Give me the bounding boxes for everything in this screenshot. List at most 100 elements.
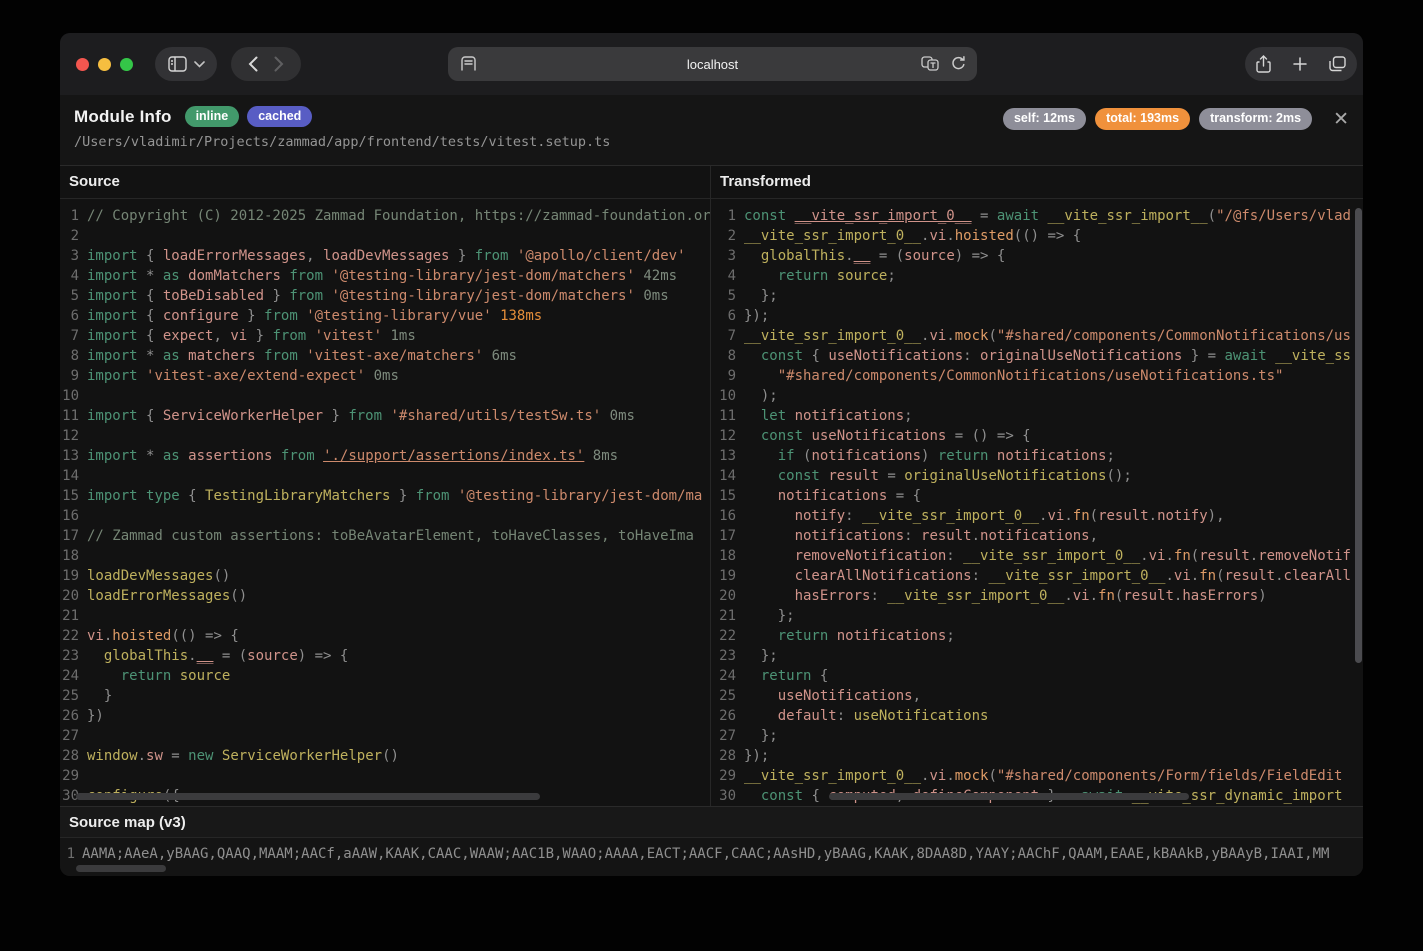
code-line: 14 — [60, 466, 710, 486]
code-line: 12 const useNotifications = () => { — [711, 426, 1363, 446]
sourcemap-mappings: AAMA;AAeA,yBAAG,QAAQ,MAAM;AACf,aAAW,KAAK… — [82, 845, 1363, 863]
transformed-vertical-scrollbar[interactable] — [1355, 208, 1362, 663]
browser-toolbar: localhost — [60, 33, 1363, 95]
code-line: 20 hasErrors: __vite_ssr_import_0__.vi.f… — [711, 586, 1363, 606]
back-button[interactable] — [248, 56, 258, 72]
sourcemap-title: Source map (v3) — [60, 806, 1363, 838]
window-close-button[interactable] — [76, 58, 89, 71]
code-line: 24 return { — [711, 666, 1363, 686]
code-line: 21 }; — [711, 606, 1363, 626]
code-line: 28window.sw = new ServiceWorkerHelper() — [60, 746, 710, 766]
address-bar[interactable]: localhost — [448, 47, 977, 81]
pill-total: total: 193ms — [1095, 108, 1190, 130]
share-button[interactable] — [1256, 55, 1271, 73]
code-line: 22 return notifications; — [711, 626, 1363, 646]
code-line: 7__vite_ssr_import_0__.vi.mock("#shared/… — [711, 326, 1363, 346]
module-badges: inline cached — [185, 106, 313, 127]
browser-window: localhost Module Info inlinecach — [60, 33, 1363, 876]
code-line: 11import { ServiceWorkerHelper } from '#… — [60, 406, 710, 426]
code-line: 27 }; — [711, 726, 1363, 746]
transformed-code: 1const __vite_ssr_import_0__ = await __v… — [711, 199, 1363, 806]
new-tab-button[interactable] — [1293, 57, 1307, 71]
forward-button[interactable] — [274, 56, 284, 72]
file-path: /Users/vladimir/Projects/zammad/app/fron… — [74, 134, 1349, 150]
timing-badges: self: 12ms total: 193ms transform: 2ms — [1003, 108, 1312, 130]
url-text: localhost — [448, 57, 977, 72]
code-line: 27 — [60, 726, 710, 746]
code-line: 26 default: useNotifications — [711, 706, 1363, 726]
code-line: 29__vite_ssr_import_0__.vi.mock("#shared… — [711, 766, 1363, 786]
code-line: 26}) — [60, 706, 710, 726]
code-line: 9import 'vitest-axe/extend-expect' 0ms — [60, 366, 710, 386]
sourcemap-horizontal-scrollbar[interactable] — [76, 865, 166, 872]
sourcemap-line: 1 AAMA;AAeA,yBAAG,QAAQ,MAAM;AACf,aAAW,KA… — [60, 838, 1363, 863]
code-line: 4import * as domMatchers from '@testing-… — [60, 266, 710, 286]
code-panels: Source 1// Copyright (C) 2012-2025 Zamma… — [60, 166, 1363, 806]
code-line: 19 clearAllNotifications: __vite_ssr_imp… — [711, 566, 1363, 586]
code-line: 20loadErrorMessages() — [60, 586, 710, 606]
code-line: 2 — [60, 226, 710, 246]
code-line: 16 notify: __vite_ssr_import_0__.vi.fn(r… — [711, 506, 1363, 526]
code-line: 6import { configure } from '@testing-lib… — [60, 306, 710, 326]
badge-cached: cached — [247, 106, 312, 127]
code-line: 3 globalThis.__ = (source) => { — [711, 246, 1363, 266]
page-title: Module Info — [74, 107, 172, 127]
code-line: 23 }; — [711, 646, 1363, 666]
code-line: 29 — [60, 766, 710, 786]
code-line: 18 removeNotification: __vite_ssr_import… — [711, 546, 1363, 566]
translate-icon[interactable] — [921, 56, 939, 71]
code-line: 5 }; — [711, 286, 1363, 306]
sidebar-toggle-button[interactable] — [155, 47, 217, 81]
reload-button[interactable] — [951, 56, 966, 71]
code-line: 8 const { useNotifications: originalUseN… — [711, 346, 1363, 366]
code-line: 9 "#shared/components/CommonNotification… — [711, 366, 1363, 386]
code-line: 2__vite_ssr_import_0__.vi.hoisted(() => … — [711, 226, 1363, 246]
code-line: 19loadDevMessages() — [60, 566, 710, 586]
module-info-header: Module Info inline cached self: 12ms total… — [60, 95, 1363, 166]
code-line: 1// Copyright (C) 2012-2025 Zammad Found… — [60, 206, 710, 226]
code-line: 28}); — [711, 746, 1363, 766]
code-line: 11 let notifications; — [711, 406, 1363, 426]
code-line: 7import { expect, vi } from 'vitest' 1ms — [60, 326, 710, 346]
navigation-buttons — [231, 47, 301, 81]
source-panel-title: Source — [60, 166, 710, 199]
pill-self: self: 12ms — [1003, 108, 1086, 130]
pill-transform: transform: 2ms — [1199, 108, 1312, 130]
toolbar-right-buttons — [1245, 47, 1357, 81]
code-line: 21 — [60, 606, 710, 626]
code-line: 17 notifications: result.notifications, — [711, 526, 1363, 546]
source-panel: Source 1// Copyright (C) 2012-2025 Zamma… — [60, 166, 711, 806]
code-line: 22vi.hoisted(() => { — [60, 626, 710, 646]
code-line: 1const __vite_ssr_import_0__ = await __v… — [711, 206, 1363, 226]
source-horizontal-scrollbar[interactable] — [76, 793, 540, 800]
close-button[interactable]: ✕ — [1333, 110, 1349, 129]
code-line: 4 return source; — [711, 266, 1363, 286]
code-line: 10 ); — [711, 386, 1363, 406]
traffic-lights — [76, 58, 133, 71]
code-line: 10 — [60, 386, 710, 406]
code-line: 17// Zammad custom assertions: toBeAvata… — [60, 526, 710, 546]
code-line: 6}); — [711, 306, 1363, 326]
code-line: 25 } — [60, 686, 710, 706]
code-line: 12 — [60, 426, 710, 446]
transformed-panel-title: Transformed — [711, 166, 1363, 199]
tab-overview-button[interactable] — [1329, 56, 1346, 72]
sourcemap-line-number: 1 — [60, 845, 82, 863]
window-zoom-button[interactable] — [120, 58, 133, 71]
sidebar-icon — [168, 56, 187, 72]
code-line: 3import { loadErrorMessages, loadDevMess… — [60, 246, 710, 266]
code-line: 8import * as matchers from 'vitest-axe/m… — [60, 346, 710, 366]
chevron-down-icon — [194, 61, 205, 68]
code-line: 25 useNotifications, — [711, 686, 1363, 706]
code-line: 13import * as assertions from './support… — [60, 446, 710, 466]
badge-inline: inline — [185, 106, 240, 127]
transformed-horizontal-scrollbar[interactable] — [829, 793, 1189, 800]
code-line: 24 return source — [60, 666, 710, 686]
code-line: 13 if (notifications) return notificatio… — [711, 446, 1363, 466]
code-line: 14 const result = originalUseNotificatio… — [711, 466, 1363, 486]
source-code: 1// Copyright (C) 2012-2025 Zammad Found… — [60, 199, 710, 806]
code-line: 23 globalThis.__ = (source) => { — [60, 646, 710, 666]
code-line: 5import { toBeDisabled } from '@testing-… — [60, 286, 710, 306]
code-line: 15import type { TestingLibraryMatchers }… — [60, 486, 710, 506]
window-minimize-button[interactable] — [98, 58, 111, 71]
